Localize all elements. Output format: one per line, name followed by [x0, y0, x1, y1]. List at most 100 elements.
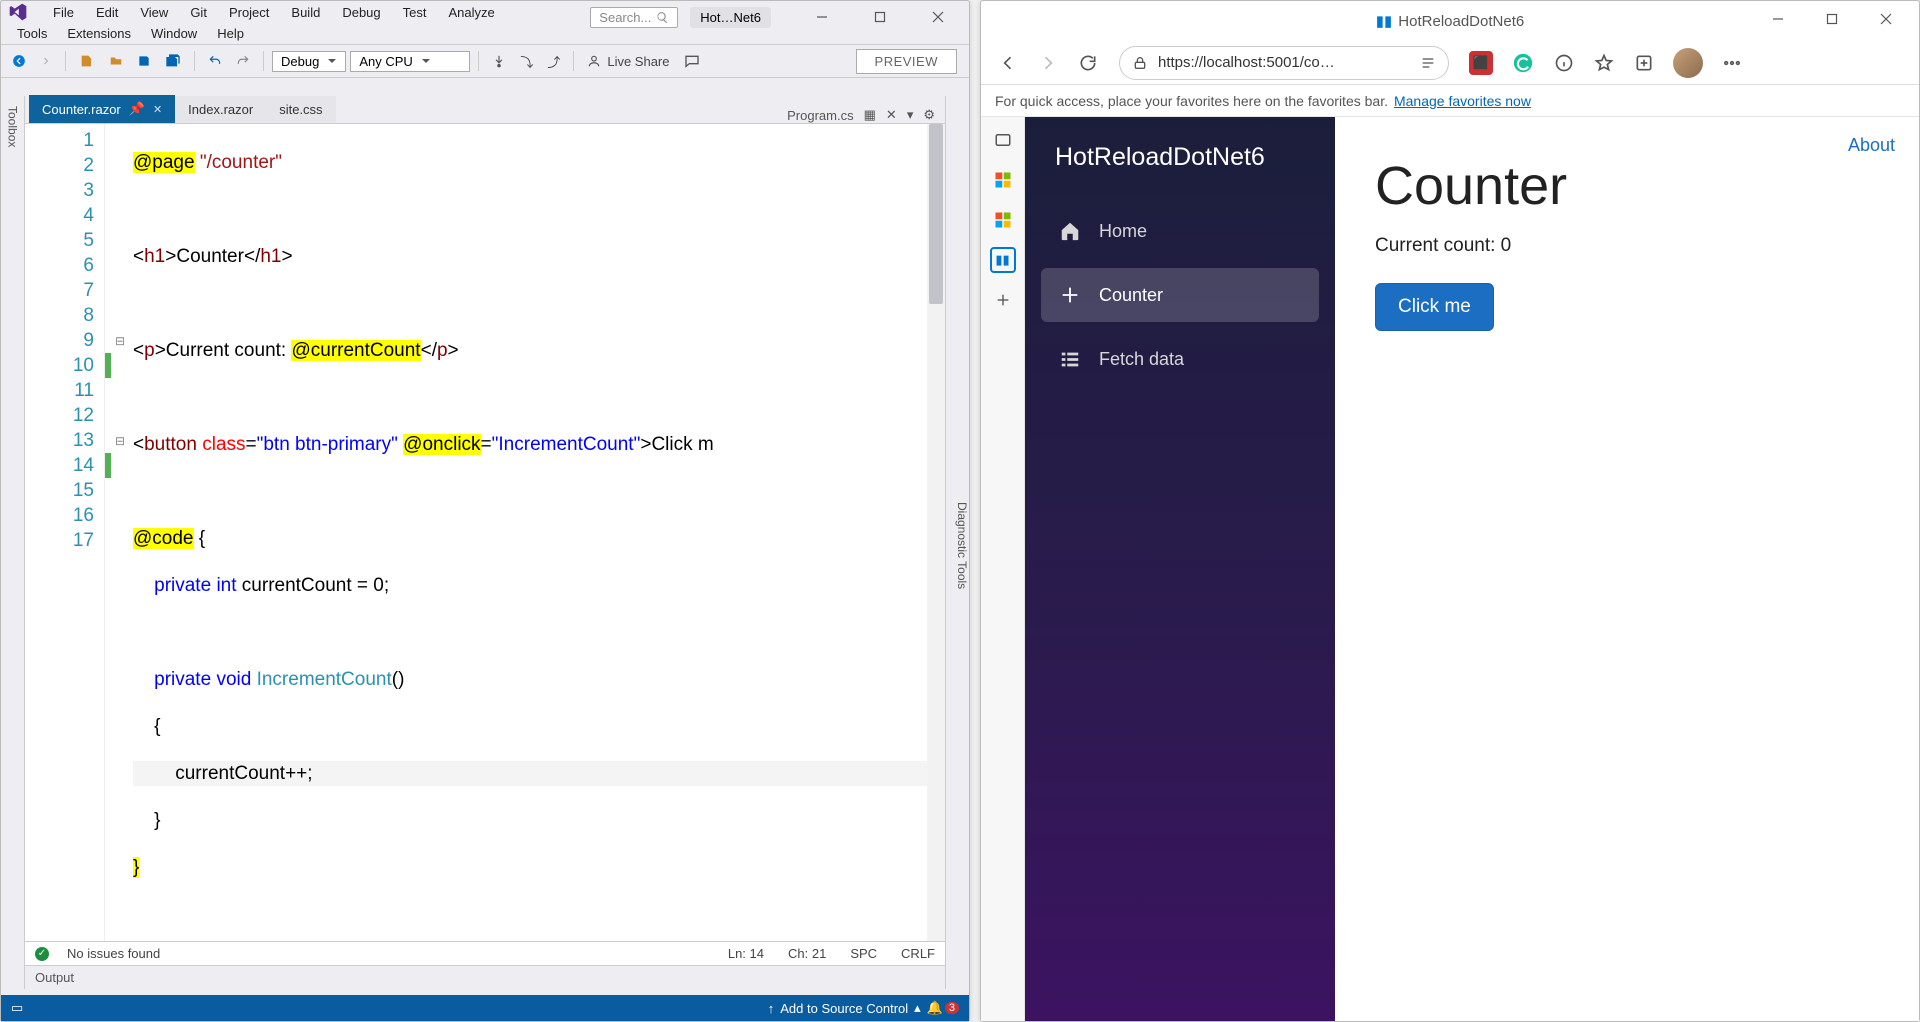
nav-fetch-data[interactable]: Fetch data [1041, 332, 1319, 386]
tab-counter-razor[interactable]: Counter.razor📌✕ [29, 95, 175, 123]
vs-logo-icon [7, 1, 29, 23]
nav-back-button[interactable] [7, 51, 31, 71]
menu-file[interactable]: File [43, 2, 84, 23]
menu-tools[interactable]: Tools [7, 23, 57, 44]
click-me-button[interactable]: Click me [1375, 283, 1494, 331]
about-link[interactable]: About [1848, 135, 1895, 156]
menu-test[interactable]: Test [393, 2, 437, 23]
fold-toggle-icon[interactable]: ⊟ [111, 428, 129, 453]
redo-button[interactable] [231, 51, 255, 71]
browser-maximize-button[interactable] [1805, 5, 1859, 33]
close-preview-icon[interactable]: ✕ [886, 107, 897, 123]
close-tab-icon[interactable]: ✕ [153, 103, 162, 116]
save-button[interactable] [132, 51, 156, 71]
undo-button[interactable] [203, 51, 227, 71]
profile-avatar[interactable] [1673, 48, 1703, 78]
browser-minimize-button[interactable] [1751, 5, 1805, 33]
preview-tab-icon[interactable]: ▦ [864, 107, 876, 123]
page-favicon-icon: ▮▮ [1376, 12, 1393, 30]
menu-extensions[interactable]: Extensions [57, 23, 141, 44]
right-panel-tabs: Diagnostic Tools Properties Solution Exp… [945, 96, 969, 989]
menu-analyze[interactable]: Analyze [438, 2, 504, 23]
tab-site-css[interactable]: site.css [266, 96, 335, 123]
close-button[interactable] [911, 3, 965, 31]
toolbox-panel-tab[interactable]: Toolbox [1, 96, 25, 989]
vtab-item[interactable] [990, 207, 1016, 233]
open-button[interactable] [104, 51, 128, 71]
nav-fwd-button[interactable] [35, 52, 57, 70]
vtab-item[interactable] [990, 127, 1016, 153]
reading-view-icon[interactable] [1420, 55, 1436, 71]
source-control-up-icon: ↑ [768, 1001, 775, 1016]
platform-dropdown[interactable]: Any CPU [350, 51, 470, 72]
manage-favorites-link[interactable]: Manage favorites now [1394, 93, 1531, 109]
vs-search-box[interactable]: Search... [590, 7, 678, 28]
pin-icon[interactable]: 📌 [129, 101, 145, 117]
chevron-up-icon[interactable]: ▴ [914, 1000, 921, 1016]
save-all-button[interactable] [160, 50, 186, 72]
menu-edit[interactable]: Edit [86, 2, 128, 23]
refresh-button[interactable] [1077, 52, 1099, 74]
liveshare-button[interactable]: Live Share [582, 51, 674, 72]
vtab-item[interactable] [990, 167, 1016, 193]
menu-git[interactable]: Git [180, 2, 217, 23]
ok-icon: ✓ [35, 947, 49, 961]
fold-gutter: ⊟⊟ [111, 124, 129, 941]
info-icon[interactable] [1553, 52, 1575, 74]
menu-debug[interactable]: Debug [332, 2, 390, 23]
step-over-icon[interactable]: ⤵ [515, 49, 538, 74]
status-line: Ln: 14 [728, 946, 764, 961]
menu-project[interactable]: Project [219, 2, 279, 23]
menu-help[interactable]: Help [207, 23, 254, 44]
tab-index-razor[interactable]: Index.razor [175, 96, 266, 123]
preview-badge[interactable]: PREVIEW [856, 49, 957, 74]
page-heading: Counter [1375, 155, 1879, 217]
fold-toggle-icon[interactable]: ⊟ [111, 328, 129, 353]
lock-icon [1132, 55, 1148, 71]
nav-counter[interactable]: Counter [1041, 268, 1319, 322]
browser-title: HotReloadDotNet6 [1398, 13, 1524, 30]
gear-icon[interactable]: ⚙ [923, 107, 935, 123]
app-brand[interactable]: HotReloadDotNet6 [1025, 117, 1335, 198]
favorites-star-icon[interactable] [1593, 52, 1615, 74]
output-panel-header[interactable]: Output [25, 965, 945, 989]
status-crlf[interactable]: CRLF [901, 946, 935, 961]
tabs-dropdown-icon[interactable]: ▾ [907, 107, 914, 123]
solution-name[interactable]: Hot…Net6 [690, 7, 771, 28]
diagnostic-tools-tab[interactable]: Diagnostic Tools [955, 502, 969, 589]
menu-window[interactable]: Window [141, 23, 207, 44]
new-tab-button[interactable] [990, 287, 1016, 313]
editor-scrollbar[interactable] [927, 124, 945, 941]
vs-search-placeholder: Search... [599, 10, 651, 25]
scrollbar-thumb[interactable] [929, 124, 943, 304]
status-spc[interactable]: SPC [850, 946, 877, 961]
add-to-source-control[interactable]: Add to Source Control [780, 1001, 908, 1016]
maximize-button[interactable] [853, 3, 907, 31]
address-bar[interactable]: https://localhost:5001/co… [1119, 46, 1449, 80]
collections-icon[interactable] [1633, 52, 1655, 74]
nav-home[interactable]: Home [1041, 204, 1319, 258]
editor-tabstrip: Counter.razor📌✕ Index.razor site.css Pro… [25, 96, 945, 124]
feedback-icon[interactable] [679, 50, 705, 72]
forward-button [1037, 52, 1059, 74]
browser-toolbar: https://localhost:5001/co… ⬛ [981, 41, 1919, 85]
nav-counter-label: Counter [1099, 285, 1163, 306]
extension-red-icon[interactable]: ⬛ [1469, 51, 1493, 75]
step-into-icon[interactable] [487, 51, 511, 71]
notification-bell-icon[interactable]: 🔔3 [927, 1000, 959, 1016]
back-button[interactable] [997, 52, 1019, 74]
tab-program-cs[interactable]: Program.cs [787, 108, 853, 123]
status-col: Ch: 21 [788, 946, 826, 961]
menu-view[interactable]: View [130, 2, 178, 23]
browser-close-button[interactable] [1859, 5, 1913, 33]
menu-build[interactable]: Build [281, 2, 330, 23]
new-item-button[interactable] [74, 50, 100, 72]
minimize-button[interactable] [795, 3, 849, 31]
config-dropdown[interactable]: Debug [272, 51, 346, 72]
code-editor[interactable]: 1234567891011121314151617 ⊟⊟ @page "/cou… [25, 124, 945, 941]
menu-dots-icon[interactable] [1721, 52, 1743, 74]
extension-grammarly-icon[interactable] [1511, 51, 1535, 75]
vtab-item-active[interactable]: ▮▮ [990, 247, 1016, 273]
app-main-content: About Counter Current count: 0 Click me [1335, 117, 1919, 1021]
step-out-icon[interactable]: ⤴ [542, 49, 565, 74]
